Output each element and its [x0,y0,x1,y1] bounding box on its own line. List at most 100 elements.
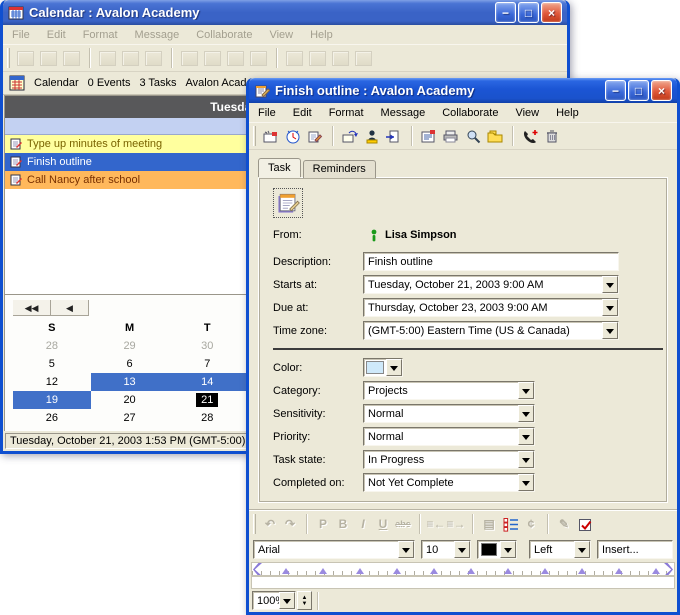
chevron-down-icon[interactable] [454,541,470,558]
find-icon[interactable] [462,126,484,146]
startsat-field[interactable]: Tuesday, October 21, 2003 9:00 AM [363,275,619,294]
insert-combobox[interactable]: Insert... [597,540,673,559]
timezone-field[interactable]: (GMT-5:00) Eastern Time (US & Canada) [363,321,619,340]
checklist-icon[interactable] [499,514,521,534]
chevron-down-icon[interactable] [602,299,618,316]
chevron-down-icon[interactable] [386,359,402,376]
calendar-day-cell[interactable]: 21 [168,391,246,409]
menu-item-file[interactable]: File [12,29,30,41]
message-body-editor[interactable] [251,576,675,589]
minimize-button[interactable]: − [605,80,626,101]
completedon-field[interactable]: Not Yet Complete [363,473,535,492]
close-button[interactable]: × [541,2,562,23]
alignment-combobox[interactable]: Left [529,540,591,559]
calendar-day-cell[interactable]: 5 [13,355,91,373]
chevron-down-icon[interactable] [398,541,414,558]
file-in-folder-icon[interactable] [484,126,506,146]
account-selector[interactable]: Avalon Acade [186,77,253,89]
chevron-down-icon[interactable] [602,276,618,293]
tab-stop-marker[interactable] [504,564,512,574]
resend-icon[interactable] [383,126,405,146]
dueat-field[interactable]: Thursday, October 23, 2003 9:00 AM [363,298,619,317]
prev-year-button[interactable]: ◀◀ [13,300,51,316]
description-field[interactable]: Finish outline [363,252,619,271]
menu-item-collaborate[interactable]: Collaborate [196,29,252,41]
toolbar-grip[interactable] [253,126,256,146]
calendar-day-cell[interactable]: 27 [91,409,169,427]
tab-stop-marker[interactable] [467,564,475,574]
calendar-day-cell[interactable]: 30 [168,337,246,355]
calendar-day-cell[interactable]: 26 [13,409,91,427]
calendar-day-cell[interactable]: 29 [91,337,169,355]
toolbar-grip[interactable] [253,514,256,534]
tab-stop-marker[interactable] [615,564,623,574]
tab-reminders[interactable]: Reminders [303,160,376,178]
menu-item-format[interactable]: Format [329,107,364,119]
taskstate-field[interactable]: In Progress [363,450,535,469]
menu-item-message[interactable]: Message [381,107,426,119]
calendar-titlebar[interactable]: Calendar : Avalon Academy − □ × [3,0,567,25]
tab-stop-marker[interactable] [393,564,401,574]
calendar-day-cell[interactable]: 7 [168,355,246,373]
zoom-combobox[interactable]: 100% [252,591,296,610]
calendar-day-cell[interactable]: 12 [13,373,91,391]
task-titlebar[interactable]: Finish outline : Avalon Academy − □ × [249,78,677,103]
priority-field[interactable]: Normal [363,427,535,446]
menu-item-help[interactable]: Help [310,29,333,41]
alarm-clock-icon[interactable] [282,126,304,146]
color-combobox[interactable] [363,358,403,377]
new-message-icon[interactable] [260,126,282,146]
calendar-day-cell[interactable]: 14 [168,373,246,391]
chevron-down-icon[interactable] [518,405,534,422]
calendar-day-cell[interactable]: 28 [13,337,91,355]
calendar-day-cell[interactable]: 13 [91,373,169,391]
maximize-button[interactable]: □ [628,80,649,101]
calendar-day-cell[interactable]: 28 [168,409,246,427]
calendar-day-cell[interactable]: 6 [91,355,169,373]
chevron-down-icon[interactable] [518,451,534,468]
menu-item-collaborate[interactable]: Collaborate [442,107,498,119]
spellcheck-icon[interactable] [574,514,596,534]
new-task-icon[interactable] [304,126,326,146]
tab-stop-marker[interactable] [652,564,660,574]
tab-stop-marker[interactable] [541,564,549,574]
zoom-spinner[interactable]: ▲▼ [297,591,312,610]
tab-stop-marker[interactable] [578,564,586,574]
menu-item-edit[interactable]: Edit [47,29,66,41]
ruler[interactable] [251,562,675,576]
category-field[interactable]: Projects [363,381,535,400]
tab-stop-marker[interactable] [356,564,364,574]
tab-stop-marker[interactable] [319,564,327,574]
menu-item-message[interactable]: Message [135,29,180,41]
tab-task[interactable]: Task [258,158,301,177]
forward-icon[interactable] [339,126,361,146]
delete-icon[interactable] [541,126,563,146]
chevron-down-icon[interactable] [574,541,590,558]
menu-item-format[interactable]: Format [83,29,118,41]
chevron-down-icon[interactable] [518,474,534,491]
menu-item-help[interactable]: Help [556,107,579,119]
chevron-down-icon[interactable] [602,322,618,339]
menu-item-file[interactable]: File [258,107,276,119]
maximize-button[interactable]: □ [518,2,539,23]
print-icon[interactable] [440,126,462,146]
properties-icon[interactable] [418,126,440,146]
chevron-down-icon[interactable] [279,592,295,609]
close-button[interactable]: × [651,80,672,101]
font-color-combobox[interactable] [477,540,517,559]
calendar-day-cell[interactable]: 20 [91,391,169,409]
font-name-combobox[interactable]: Arial [253,540,415,559]
presence-icon[interactable] [361,126,383,146]
chevron-down-icon[interactable] [500,541,516,558]
chevron-down-icon[interactable] [518,428,534,445]
menu-item-view[interactable]: View [515,107,539,119]
sensitivity-field[interactable]: Normal [363,404,535,423]
font-size-combobox[interactable]: 10 [421,540,471,559]
toolbar-grip[interactable] [7,48,10,68]
minimize-button[interactable]: − [495,2,516,23]
call-icon[interactable] [519,126,541,146]
view-label[interactable]: Calendar [34,77,79,89]
tab-stop-marker[interactable] [430,564,438,574]
prev-month-button[interactable]: ◀ [51,300,89,316]
calendar-day-cell[interactable]: 19 [13,391,91,409]
